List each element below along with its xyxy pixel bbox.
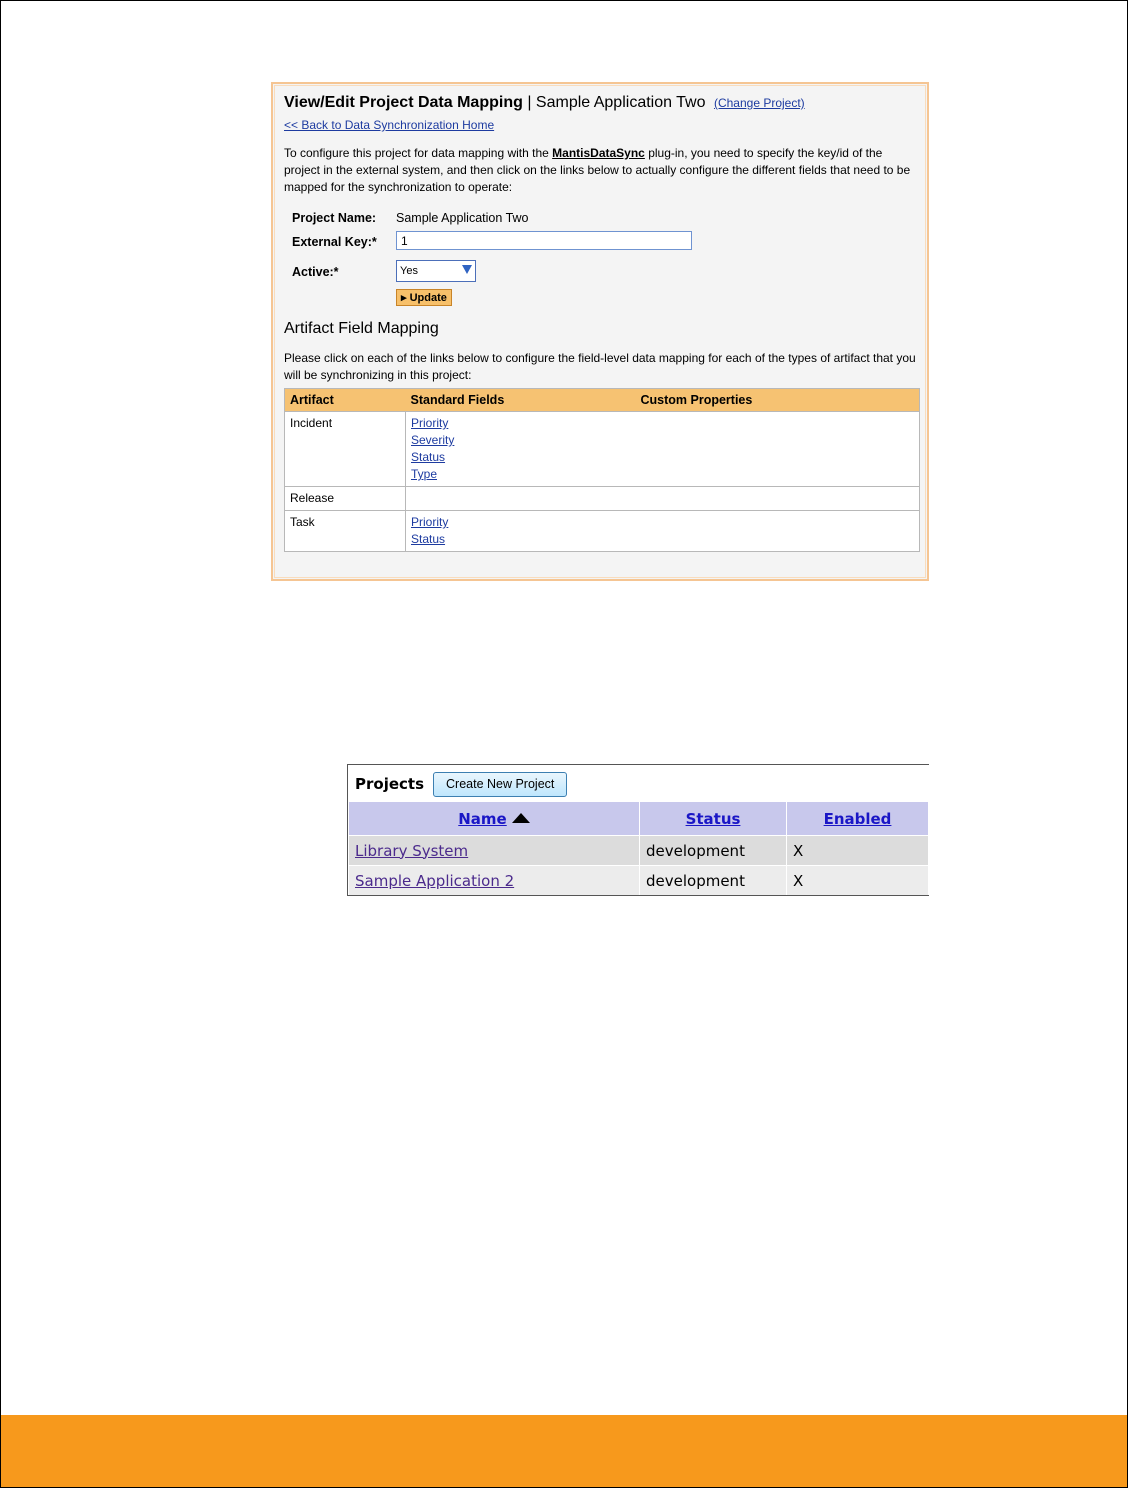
artifact-mapping-heading: Artifact Field Mapping [284,320,439,337]
header-standard-fields: Standard Fields [405,388,636,412]
field-link-status[interactable]: Status [411,449,914,466]
artifact-cell: Release [284,486,406,511]
title-text: View/Edit Project Data Mapping [284,94,523,111]
field-link-type[interactable]: Type [411,466,914,483]
project-title: Sample Application Two [535,94,706,111]
create-new-project-button[interactable]: Create New Project [433,772,568,797]
external-key-row: External Key:* [284,231,917,259]
external-key-label: External Key:* [292,235,377,249]
project-link[interactable]: Sample Application 2 [355,872,514,890]
sort-ascending-icon [511,812,530,823]
artifact-mapping-table: Artifact Standard Fields Custom Properti… [284,388,920,552]
project-enabled-cell: X [786,865,929,895]
back-to-home-link[interactable]: << Back to Data Synchronization Home [284,118,917,132]
active-select[interactable]: Yes [396,260,476,282]
project-form: Project Name: Sample Application Two Ext… [284,211,917,307]
table-row: Sample Application 2 development X [349,865,929,895]
projects-table: Name Status Enabled Library System devel… [349,802,929,895]
change-project-link[interactable]: (Change Project) [714,96,805,110]
active-select-value: Yes [400,265,418,277]
update-button[interactable]: ▸ Update [396,289,452,306]
header-custom-properties: Custom Properties [635,388,920,412]
project-enabled-cell: X [786,835,929,866]
column-header-name[interactable]: Name [349,802,640,836]
project-name-label: Project Name: [292,211,377,225]
intro-before: To configure this project for data mappi… [284,146,553,160]
update-row: ▸ Update [284,289,917,307]
project-name-cell: Library System [349,835,640,866]
field-link-priority[interactable]: Priority [411,514,914,531]
sort-enabled-link[interactable]: Enabled [824,810,892,828]
fields-cell: Priority Status [405,510,920,552]
fields-cell: Priority Severity Status Type [405,411,920,487]
mapping-header-row: Artifact Standard Fields Custom Properti… [284,388,920,412]
projects-title: Projects [355,775,425,793]
artifact-cell: Incident [284,411,406,487]
artifact-cell: Task [284,510,406,552]
table-row: Release [284,486,920,511]
projects-header-row: Name Status Enabled [349,802,929,836]
plugin-name: MantisDataSync [552,146,645,160]
page-title: View/Edit Project Data Mapping | Sample … [284,92,917,114]
projects-panel: Projects Create New Project Name Status … [347,764,929,896]
table-row: Library System development X [349,835,929,866]
column-header-enabled[interactable]: Enabled [786,802,929,836]
data-mapping-panel: View/Edit Project Data Mapping | Sample … [271,82,929,581]
dropdown-arrow-icon [462,265,472,274]
table-row: Task Priority Status [284,510,920,552]
project-status-cell: development [639,835,787,866]
active-row: Active:* Yes [284,260,917,289]
sort-name-link[interactable]: Name [458,810,506,828]
sort-status-link[interactable]: Status [686,810,741,828]
table-row: Incident Priority Severity Status Type [284,411,920,487]
field-link-severity[interactable]: Severity [411,432,914,449]
fields-cell [405,486,920,511]
project-name-cell: Sample Application 2 [349,865,640,895]
project-link[interactable]: Library System [355,842,468,860]
intro-text: To configure this project for data mappi… [284,145,917,196]
project-name-value: Sample Application Two [396,211,529,225]
active-label: Active:* [292,265,339,279]
project-status-cell: development [639,865,787,895]
field-link-priority[interactable]: Priority [411,415,914,432]
external-key-input[interactable] [396,231,692,250]
field-link-status[interactable]: Status [411,531,914,548]
title-separator: | [527,94,532,111]
column-header-status[interactable]: Status [639,802,787,836]
footer-bar [1,1415,1127,1487]
header-artifact: Artifact [284,388,406,412]
artifact-mapping-text: Please click on each of the links below … [284,351,916,382]
